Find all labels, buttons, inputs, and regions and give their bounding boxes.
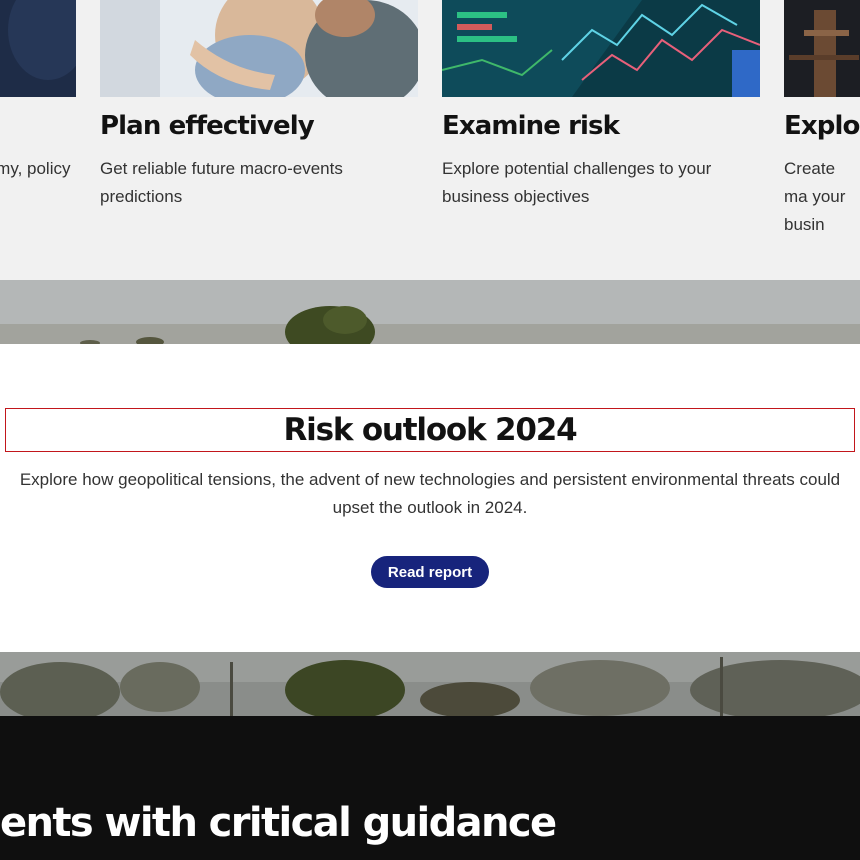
risk-outlook-title: Risk outlook 2024 — [5, 408, 855, 452]
guidance-heading: ents with critical guidance — [0, 800, 557, 846]
card-description: Explore potential challenges to your bus… — [442, 159, 712, 206]
card-description: Get accurate data on the economy, policy… — [0, 159, 71, 178]
business-people-photo — [0, 0, 76, 97]
read-report-button[interactable]: Read report — [371, 556, 489, 588]
industrial-photo — [784, 0, 860, 97]
feature-cards-strip: Get accurate data on the economy, policy… — [0, 0, 860, 280]
card-title: Examine risk — [442, 111, 620, 141]
forest-smoke-photo-top — [0, 280, 860, 344]
team-meeting-photo — [100, 0, 418, 97]
risk-outlook-description: Explore how geopolitical tensions, the a… — [19, 470, 841, 517]
card-title: Explor — [784, 111, 860, 141]
guidance-section: ents with critical guidance — [0, 716, 860, 860]
card-title: Plan effectively — [100, 111, 315, 141]
card-description: Create ma your busin — [784, 159, 846, 234]
trading-screen-photo — [442, 0, 760, 97]
risk-outlook-section: Risk outlook 2024 Explore how geopolitic… — [0, 344, 860, 652]
card-description: Get reliable future macro-events predict… — [100, 159, 343, 206]
forest-smoke-photo-bottom — [0, 652, 860, 716]
